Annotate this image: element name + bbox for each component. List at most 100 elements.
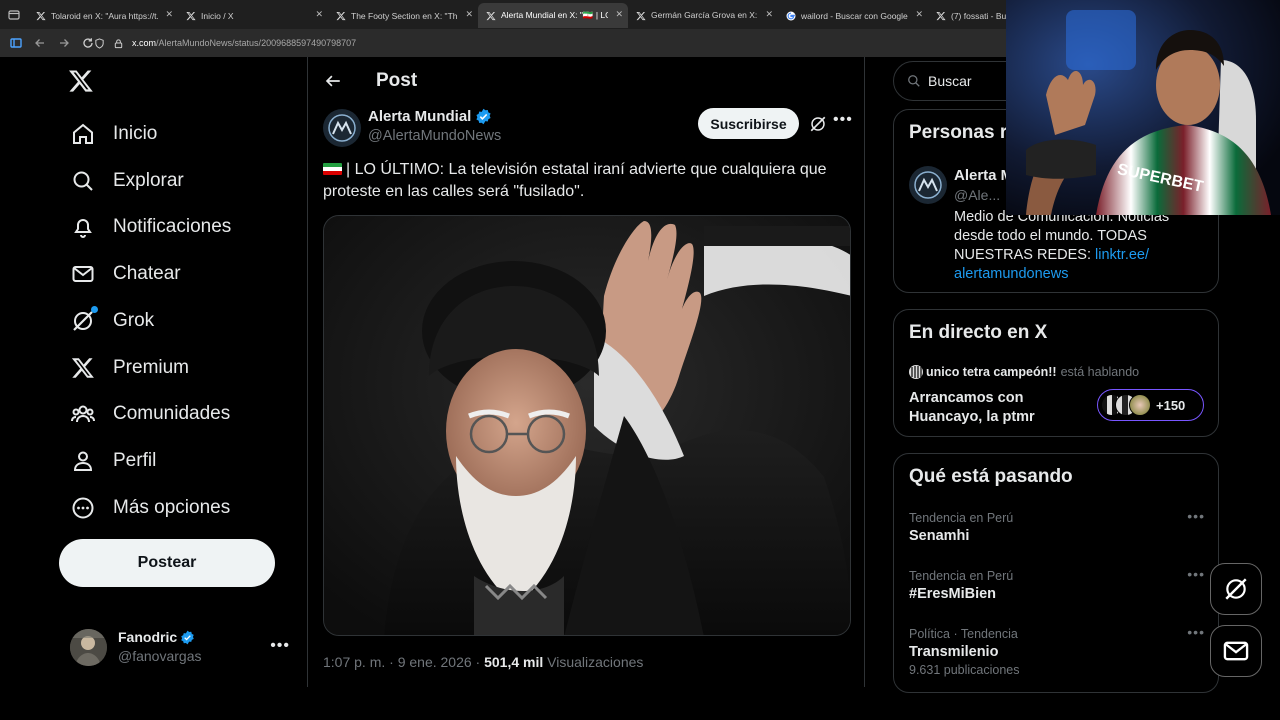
nav-item-grok[interactable]: Grok (58, 298, 154, 344)
nav-item-más-opciones[interactable]: Más opciones (58, 485, 230, 531)
author-avatar[interactable] (323, 109, 361, 147)
trend-context: Tendencia en Perú (909, 511, 1014, 525)
relevant-handle[interactable]: @Ale... (954, 187, 1000, 203)
person-icon (70, 448, 96, 474)
trend-item[interactable]: Tendencia en Perú #EresMiBien ••• (909, 566, 1205, 602)
account-name: Fanodric (118, 628, 201, 647)
tab-title: Germán García Grova en X: "🧟 (651, 10, 758, 20)
grok-fab[interactable] (1210, 563, 1262, 615)
browser-tab[interactable]: The Footy Section en X: "This pl ✕ (328, 3, 478, 28)
tab-title: Inicio / X (201, 10, 234, 21)
post-header: Post (308, 57, 864, 105)
close-icon[interactable]: ✕ (315, 9, 323, 20)
relevant-name[interactable]: Alerta M (954, 167, 1013, 184)
x-logo-icon (936, 11, 946, 21)
browser-tab[interactable]: wailord - Buscar con Google ✕ (778, 3, 928, 28)
author-avatar[interactable] (909, 166, 947, 204)
bio-link[interactable]: linktr.ee/ (1095, 247, 1149, 263)
home-icon (70, 121, 96, 147)
account-switcher[interactable]: Fanodric @fanovargas ••• (70, 627, 300, 667)
url-field[interactable]: x.com/AlertaMundoNews/status/20096885974… (95, 37, 356, 49)
close-icon[interactable]: ✕ (615, 9, 623, 20)
nav-item-label: Premium (113, 356, 190, 378)
tab-title: Tolaroid en X: "Aura https://t.co (51, 10, 158, 21)
lock-icon[interactable] (113, 38, 124, 49)
close-icon[interactable]: ✕ (465, 9, 473, 20)
forward-arrow-icon[interactable] (52, 37, 76, 49)
host-avatar (909, 365, 923, 379)
nav-item-label: Comunidades (113, 403, 231, 425)
nav-item-perfil[interactable]: Perfil (58, 438, 156, 484)
verified-badge-icon (476, 108, 491, 125)
x-logo-icon (70, 355, 96, 381)
tab-title: The Footy Section en X: "This pl (351, 10, 458, 21)
avatar[interactable] (70, 628, 107, 666)
x-logo-icon (486, 11, 496, 21)
more-circle-icon (70, 495, 96, 521)
nav-item-label: Notificaciones (113, 216, 232, 238)
trend-item[interactable]: Política · Tendencia Transmilenio 9.631 pu… (909, 624, 1205, 677)
webcam-overlay: SUPERBET (1006, 0, 1280, 215)
search-icon (70, 168, 96, 194)
nav-item-comunidades[interactable]: Comunidades (58, 391, 230, 437)
more-dots-icon[interactable]: ••• (1187, 624, 1205, 640)
more-dots-icon[interactable]: ••• (833, 111, 853, 129)
account-handle: @fanovargas (118, 648, 202, 664)
nav-item-inicio[interactable]: Inicio (58, 111, 157, 157)
browser-tab[interactable]: Germán García Grova en X: "🧟 ✕ (628, 3, 778, 28)
grok-icon (1225, 578, 1247, 600)
more-dots-icon[interactable]: ••• (1187, 566, 1205, 582)
iran-flag-icon (323, 163, 342, 175)
browser-tab[interactable]: Alerta Mundial en X: "🇮🇷 | LO ÚL ✕ (478, 3, 628, 28)
close-icon[interactable]: ✕ (165, 9, 173, 20)
tweet-image[interactable] (323, 215, 851, 636)
nav-item-label: Inicio (113, 123, 158, 144)
author-handle[interactable]: @AlertaMundoNews (368, 128, 501, 144)
tweet-timestamp[interactable]: 1:07 p. m. · 9 ene. 2026 · (323, 654, 480, 670)
close-icon[interactable]: ✕ (915, 9, 923, 20)
url-host: x.com (132, 38, 157, 48)
nav-item-chatear[interactable]: Chatear (58, 251, 181, 297)
x-logo-icon[interactable] (68, 68, 94, 94)
tracking-shield-icon[interactable] (94, 37, 105, 49)
live-card: En directo en X unico tetra campeón!! est… (893, 309, 1219, 437)
author-name[interactable]: Alerta Mundial (368, 108, 492, 125)
x-logo-icon (636, 11, 646, 21)
avatar (1129, 394, 1151, 416)
x-logo-icon (36, 11, 46, 21)
notification-dot (91, 305, 98, 313)
subscribe-button[interactable]: Suscribirse (698, 108, 799, 139)
live-title: En directo en X (909, 322, 1048, 343)
grok-icon[interactable] (809, 115, 827, 133)
search-input[interactable]: Buscar (928, 73, 972, 89)
tab-menu-icon[interactable] (0, 0, 28, 29)
views-label: Visualizaciones (547, 654, 644, 670)
more-dots-icon[interactable]: ••• (270, 637, 290, 655)
tweet-text: | LO ÚLTIMO: La televisión estatal iraní… (323, 161, 827, 200)
live-listeners-pill[interactable]: +150 (1097, 389, 1204, 421)
x-logo-icon (336, 11, 346, 21)
nav-item-premium[interactable]: Premium (58, 345, 189, 391)
back-arrow-icon[interactable] (324, 72, 344, 90)
nav-item-label: Más opciones (113, 496, 231, 518)
relevant-people-title: Personas r (909, 122, 1008, 143)
post-button[interactable]: Postear (59, 539, 275, 587)
nav-item-explorar[interactable]: Explorar (58, 158, 184, 204)
browser-tab[interactable]: Inicio / X ✕ (178, 3, 328, 28)
close-icon[interactable]: ✕ (765, 9, 773, 20)
space-title[interactable]: Arrancamos con Huancayo, la ptmr (909, 389, 1059, 427)
nav-item-label: Grok (113, 309, 155, 331)
trend-context: Política · Tendencia (909, 627, 1018, 641)
trend-topic: #EresMiBien (909, 586, 997, 602)
nav-item-notificaciones[interactable]: Notificaciones (58, 204, 231, 250)
messages-fab[interactable] (1210, 625, 1262, 677)
sidebar-toggle-icon[interactable] (4, 37, 28, 49)
trend-item[interactable]: Tendencia en Perú Senamhi ••• (909, 508, 1205, 544)
more-dots-icon[interactable]: ••• (1187, 508, 1205, 524)
back-arrow-icon[interactable] (28, 37, 52, 49)
live-host[interactable]: unico tetra campeón!! está hablando (909, 365, 1139, 379)
bio-link[interactable]: alertamundonews (954, 266, 1068, 282)
browser-tab[interactable]: Tolaroid en X: "Aura https://t.co ✕ (28, 3, 178, 28)
tweet-meta: 1:07 p. m. · 9 ene. 2026 · 501,4 mil Vis… (323, 654, 643, 670)
trend-context: Tendencia en Perú (909, 569, 1014, 583)
